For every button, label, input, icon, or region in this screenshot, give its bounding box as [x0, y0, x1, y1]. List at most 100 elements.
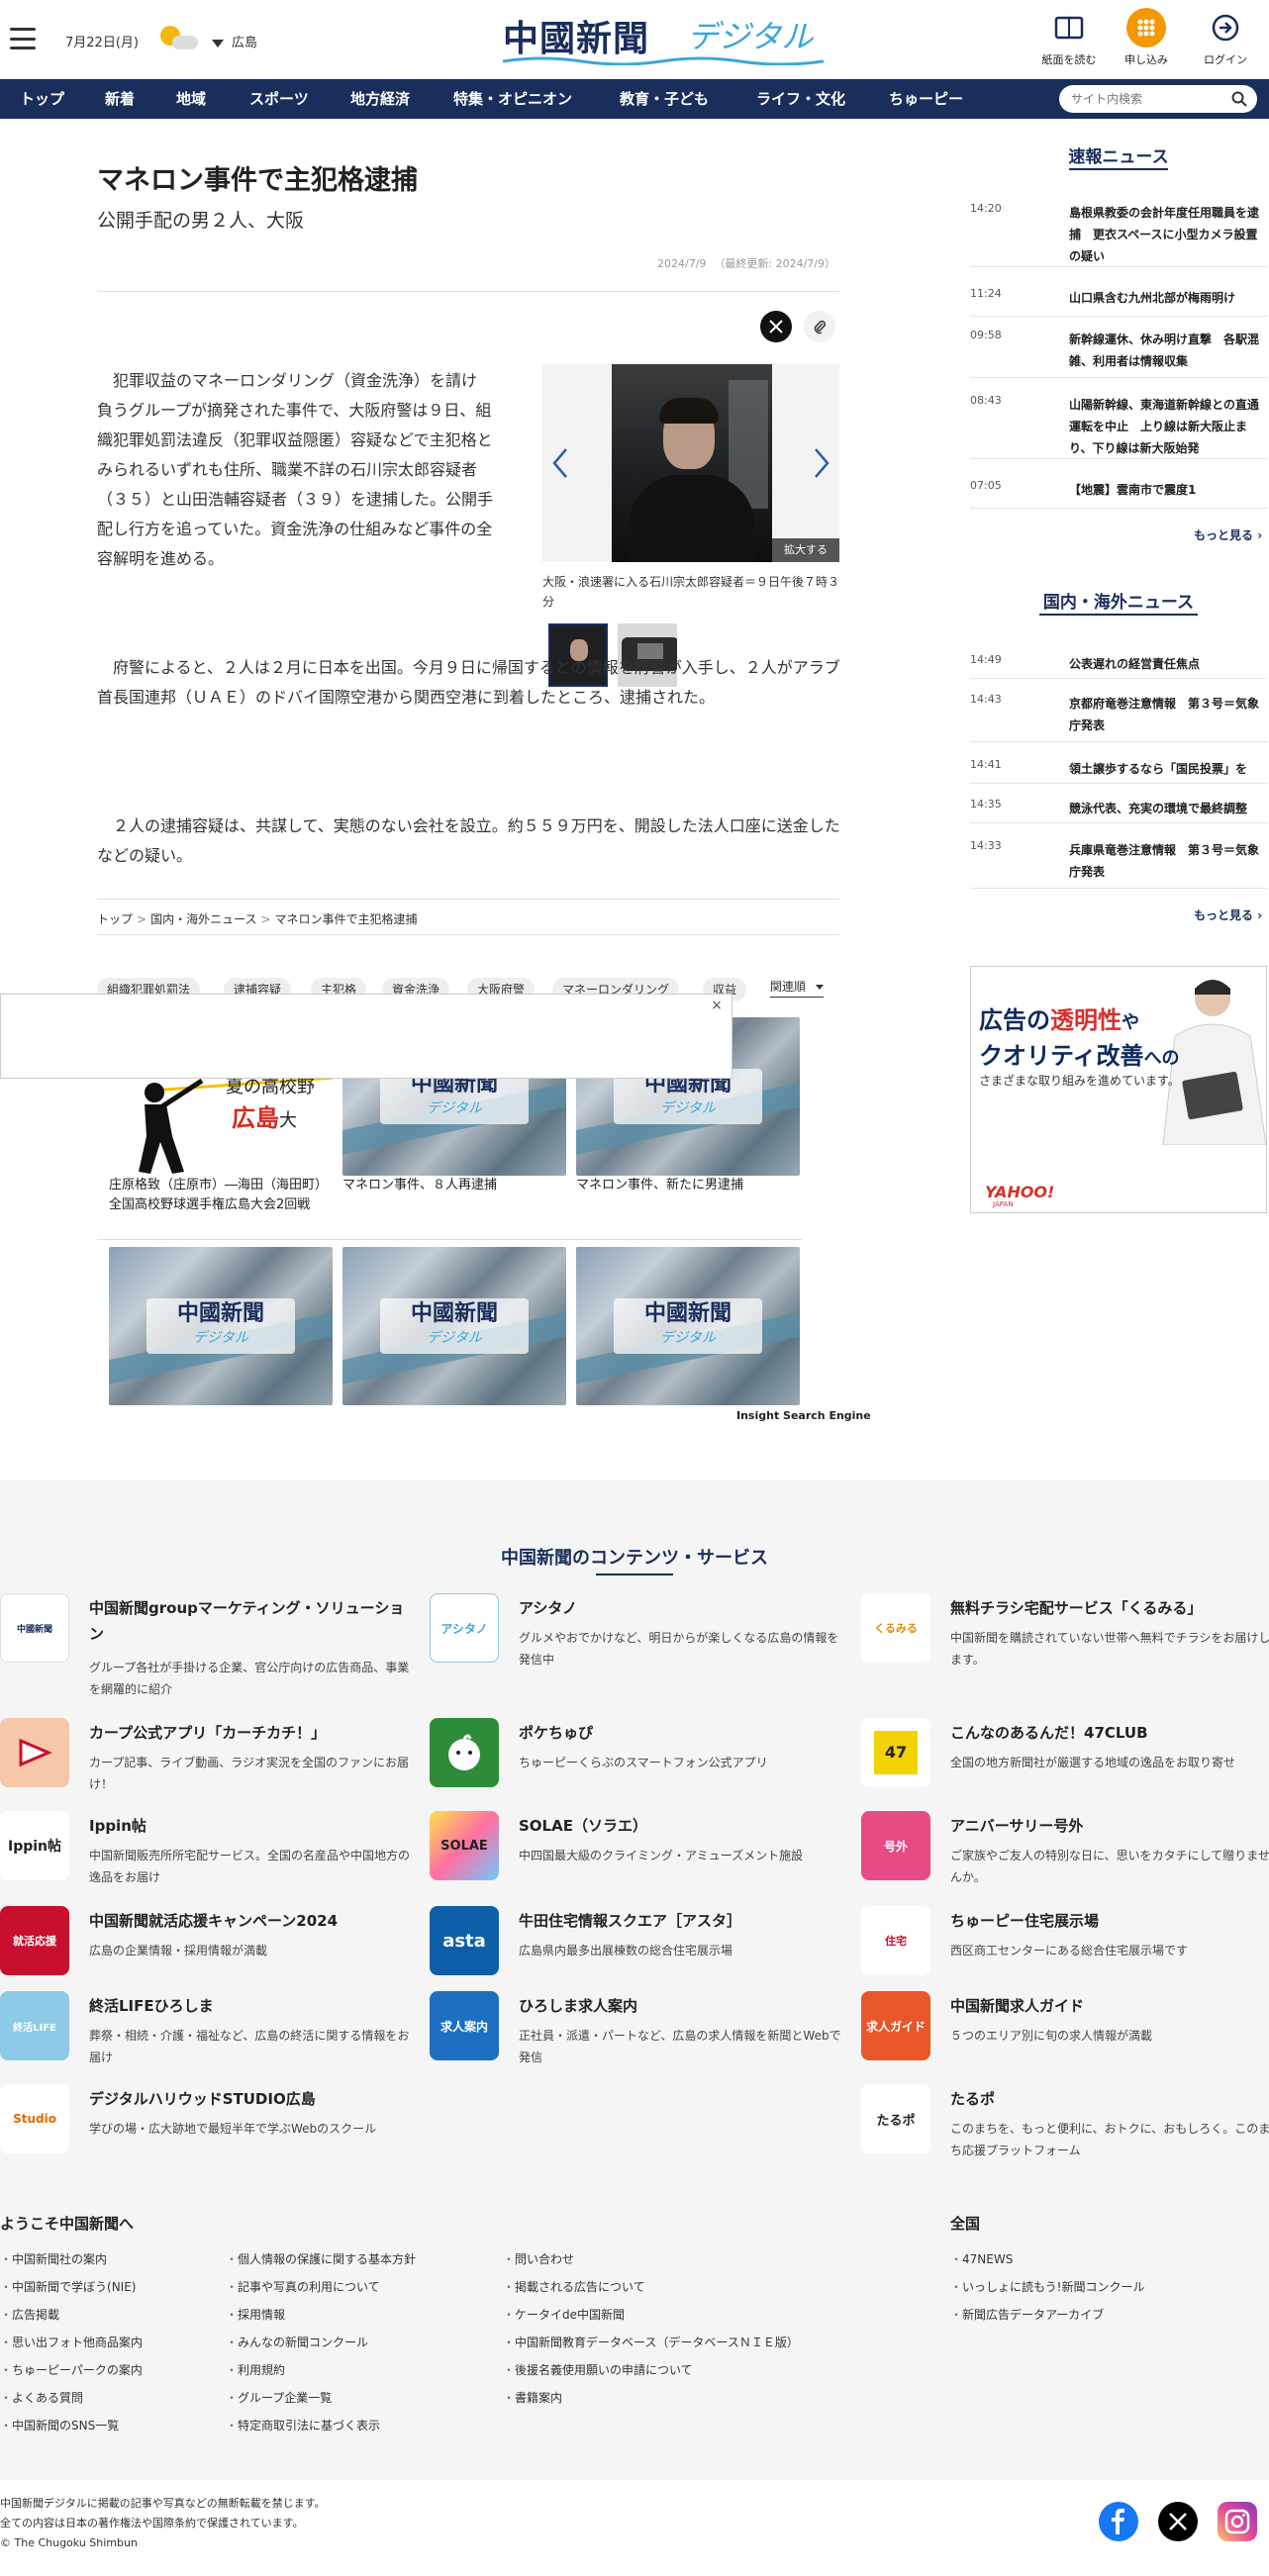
nav-item-feature[interactable]: 特集・オピニオン — [453, 79, 572, 119]
related-caption-2[interactable]: マネロン事件、８人再逮捕 — [342, 1176, 568, 1195]
main-nav: トップ 新着 地域 スポーツ 地方経済 特集・オピニオン 教育・子ども ライフ・… — [0, 79, 1269, 119]
next-arrow-icon[interactable] — [812, 447, 831, 479]
article-paragraph-1: 犯罪収益のマネーロンダリング（資金洗浄）を請け負うグループが摘発された事件で、大… — [97, 371, 494, 568]
services-title: 中国新聞のコンテンツ・サービス — [501, 1548, 768, 1569]
breadcrumb-category[interactable]: 国内・海外ニュース — [150, 912, 256, 926]
x-icon[interactable] — [1158, 2502, 1198, 2541]
marketing-solution-icon: 中國新聞 — [0, 1593, 69, 1663]
related-thumb-4[interactable]: 中國新聞 デジタル — [109, 1247, 333, 1405]
article-title: マネロン事件で主犯格逮捕 — [97, 165, 418, 196]
breaking-news-item[interactable]: 07:05 【地震】雲南市で震度1 — [970, 479, 1267, 509]
nav-item-top[interactable]: トップ — [20, 79, 64, 119]
article-photo[interactable] — [612, 364, 772, 562]
solae-icon: SOLAE — [430, 1811, 499, 1880]
footer-link[interactable]: 新聞広告データアーカイブ — [950, 2306, 1104, 2323]
footer-link[interactable]: ケータイde中国新聞 — [503, 2306, 625, 2323]
related-caption-3[interactable]: マネロン事件、新たに男逮捕 — [576, 1176, 802, 1195]
breaking-news-item[interactable]: 11:24 山口県含む九州北部が梅雨明け — [970, 287, 1267, 317]
footer-link[interactable]: 利用規約 — [226, 2361, 285, 2378]
copy-link-button[interactable] — [804, 311, 835, 342]
prev-arrow-icon[interactable] — [550, 447, 570, 479]
site-logo[interactable]: 中國新聞 デジタル — [503, 10, 824, 67]
breaking-news-item[interactable]: 08:43 山陽新幹線、東海道新幹線との直通運転を中止 上り線は新大阪止まり、下り… — [970, 394, 1267, 459]
enlarge-button[interactable]: 拡大する — [772, 538, 839, 562]
sidebar-ad[interactable]: 広告の透明性や クオリティ改善への さまざまな取り組みを進めています。 YAHO… — [970, 966, 1267, 1213]
article-paragraph-3: ２人の逮捕容疑は、共謀して、実態のない会社を設立。約５５９万円を、開設した法人口… — [97, 816, 840, 865]
x-logo-icon — [769, 320, 783, 334]
region-selector[interactable]: 広島 — [212, 32, 257, 50]
article-subtitle: 公開手配の男２人、大阪 — [97, 210, 305, 232]
divider — [97, 899, 839, 900]
title-underline — [1069, 168, 1168, 170]
footer-link[interactable]: 中国新聞社の案内 — [0, 2250, 107, 2267]
footer-link[interactable]: 47NEWS — [950, 2250, 1013, 2267]
intl-news-item[interactable]: 14:33 兵庫県竜巻注意情報 第３号＝気象庁発表 — [970, 839, 1267, 889]
login-button[interactable]: ログイン — [1190, 8, 1261, 67]
footer-link[interactable]: みんなの新聞コンクール — [226, 2334, 368, 2350]
footer-link[interactable]: 特定商取引法に基づく表示 — [226, 2417, 380, 2433]
breadcrumb-top[interactable]: トップ — [97, 912, 133, 926]
footer-link[interactable]: 書籍案内 — [503, 2389, 562, 2406]
footer-link[interactable]: よくある質問 — [0, 2389, 83, 2406]
housing-expo-icon: 住宅 — [861, 1906, 930, 1975]
nav-item-region[interactable]: 地域 — [176, 79, 206, 119]
footer-link[interactable]: グループ企業一覧 — [226, 2389, 332, 2406]
divider — [97, 934, 839, 935]
footer-link[interactable]: 採用情報 — [226, 2306, 285, 2323]
hamburger-menu-icon[interactable] — [10, 28, 36, 49]
footer-link[interactable]: 問い合わせ — [503, 2250, 574, 2267]
breaking-news-item[interactable]: 14:20 島根県教委の会計年度任用職員を逮捕 更衣スペースに小型カメラ設置の疑い — [970, 202, 1267, 267]
footer-link[interactable]: 個人情報の保護に関する基本方針 — [226, 2250, 416, 2267]
logo-waves-icon — [503, 56, 824, 65]
footer-link[interactable]: 広告掲載 — [0, 2306, 59, 2323]
nav-item-chupy[interactable]: ちゅーピー — [889, 79, 963, 119]
search-icon[interactable] — [1231, 91, 1247, 107]
footer-link[interactable]: 後援名義使用願いの申請について — [503, 2361, 693, 2378]
close-icon[interactable]: × — [710, 999, 724, 1012]
footer-link[interactable]: 中国新聞で学ぼう(NIE) — [0, 2278, 136, 2295]
logo-kanji: 中國新聞 — [503, 18, 650, 59]
apply-button[interactable]: 申し込み — [1111, 8, 1182, 67]
search-input[interactable] — [1071, 89, 1220, 109]
breaking-news-item[interactable]: 09:58 新幹線運休、休み明け直撃 各駅混雑、利用者は情報収集 — [970, 329, 1267, 378]
nav-item-life[interactable]: ライフ・文化 — [756, 79, 845, 119]
newspaper-icon — [1049, 8, 1089, 48]
nav-item-education[interactable]: 教育・子ども — [620, 79, 709, 119]
footer-link[interactable]: ちゅーピーパークの案内 — [0, 2361, 143, 2378]
copyright: 中国新聞デジタルに掲載の記事や写真などの無断転載を禁じます。 全ての内容は日本の… — [0, 2497, 326, 2549]
nav-item-sports[interactable]: スポーツ — [249, 79, 309, 119]
nav-item-new[interactable]: 新着 — [105, 79, 135, 119]
more-intl-link[interactable]: もっと見る › — [1194, 906, 1262, 923]
national-title: 全国 — [950, 2215, 981, 2233]
more-breaking-link[interactable]: もっと見る › — [1194, 526, 1262, 543]
kurumiru-icon: くるみる — [861, 1593, 930, 1663]
dropdown-icon — [212, 39, 224, 48]
apply-icon — [1126, 8, 1166, 48]
breadcrumb: トップ > 国内・海外ニュース > マネロン事件で主犯格逮捕 — [97, 912, 418, 926]
job-hunting-icon: 就活応援 — [0, 1906, 69, 1975]
footer-link[interactable]: 中国新聞のSNS一覧 — [0, 2417, 119, 2433]
related-thumb-5[interactable]: 中國新聞 デジタル — [342, 1247, 566, 1405]
sort-dropdown[interactable]: 関連順 — [770, 978, 825, 998]
related-thumb-6[interactable]: 中國新聞 デジタル — [576, 1247, 800, 1405]
footer-link[interactable]: 記事や写真の利用について — [226, 2278, 380, 2295]
footer-link[interactable]: 思い出フォト他商品案内 — [0, 2334, 143, 2350]
breaking-news-title: 速報ニュース — [1068, 147, 1169, 167]
footer-link[interactable]: いっしょに読もう!新聞コンクール — [950, 2278, 1144, 2295]
dropdown-icon — [816, 985, 825, 990]
share-x-button[interactable] — [760, 311, 792, 342]
intl-news-item[interactable]: 14:43 京都府竜巻注意情報 第３号＝気象庁発表 — [970, 693, 1267, 742]
related-caption-1[interactable]: 庄原格致（庄原市）―海田（海田町） 全国高校野球選手権広島大会2回戦 — [109, 1176, 335, 1215]
nav-item-economy[interactable]: 地方経済 — [350, 79, 410, 119]
intl-news-item[interactable]: 14:41 領土譲歩するなら「国民投票」を — [970, 758, 1267, 784]
facebook-icon[interactable] — [1099, 2502, 1138, 2541]
intl-news-item[interactable]: 14:49 公表遅れの経営責任焦点 — [970, 653, 1267, 679]
instagram-icon[interactable] — [1218, 2502, 1257, 2541]
paperclip-icon — [814, 320, 827, 334]
read-paper-button[interactable]: 紙面を読む — [1033, 8, 1105, 67]
footer-link[interactable]: 中国新聞教育データベース（データベースＮＩＥ版） — [503, 2334, 799, 2350]
intl-news-item[interactable]: 14:35 競泳代表、充実の環境で最終調整 — [970, 798, 1267, 823]
megaphone-icon — [19, 1738, 52, 1767]
current-date: 7月22日(月) — [65, 36, 139, 50]
footer-link[interactable]: 掲載される広告について — [503, 2278, 645, 2295]
